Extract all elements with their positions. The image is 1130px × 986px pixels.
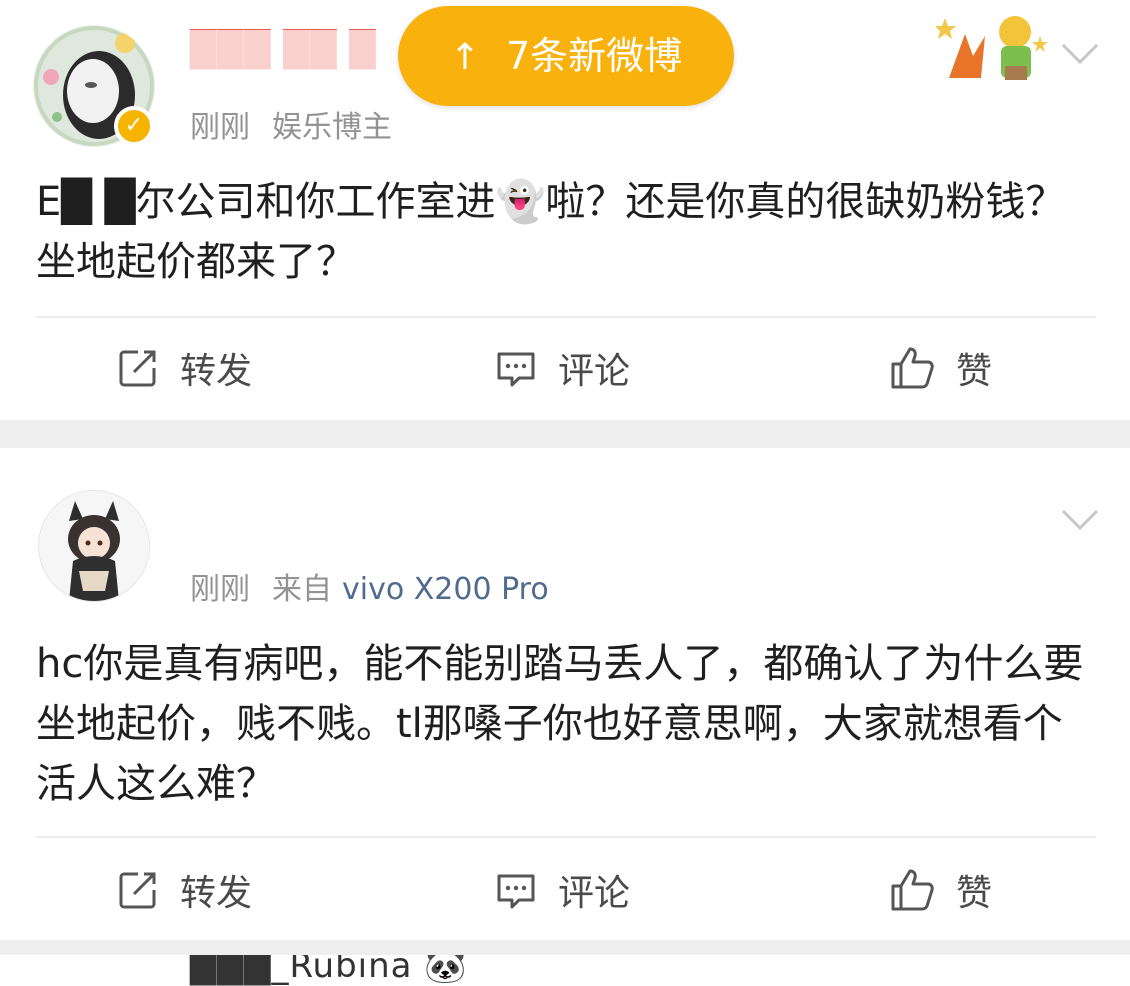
- user-avatar[interactable]: [38, 490, 150, 602]
- comment-label: 评论: [558, 351, 631, 392]
- like-label: 赞: [956, 873, 993, 914]
- up-arrow-icon: ↑: [449, 37, 480, 78]
- divider: [36, 316, 1096, 318]
- repost-button[interactable]: 转发: [116, 860, 252, 920]
- weibo-post-1: ✓ ███ ██ █ ↑7条新微博 刚刚娱乐博主 E█ █尔公司和你工作室进👻啦…: [0, 0, 1130, 420]
- like-button[interactable]: 赞: [888, 338, 992, 398]
- post-separator: [0, 940, 1130, 955]
- like-button[interactable]: 赞: [888, 860, 992, 920]
- repost-icon: [119, 350, 156, 387]
- post-content: E█ █尔公司和你工作室进👻啦？还是你真的很缺奶粉钱？坐地起价都来了？: [36, 179, 1066, 285]
- chevron-down-icon[interactable]: [1060, 508, 1100, 532]
- author-tag: 娱乐博主: [272, 110, 392, 145]
- post-separator: [0, 420, 1130, 448]
- post-time: 刚刚: [190, 572, 250, 607]
- post-content: hc你是真有病吧，能不能别踏马丢人了，都确认了为什么要坐地起价，贱不贱。tl那嗓…: [36, 641, 1084, 807]
- comment-button[interactable]: 评论: [494, 860, 630, 920]
- repost-button[interactable]: 转发: [116, 338, 252, 398]
- like-icon: [891, 869, 934, 911]
- device-source[interactable]: vivo X200 Pro: [342, 572, 549, 607]
- like-label: 赞: [956, 351, 993, 392]
- new-posts-button[interactable]: ↑ 7条新微博: [398, 6, 734, 106]
- verified-badge-icon: ✓: [114, 106, 154, 146]
- divider: [36, 836, 1096, 838]
- new-posts-label: 7条新微博: [505, 34, 683, 78]
- source-prefix: 来自: [272, 572, 332, 607]
- comment-button[interactable]: 评论: [494, 338, 630, 398]
- post-meta: 刚刚 娱乐博主: [190, 102, 414, 146]
- decoration-sticker: [935, 6, 1055, 86]
- repost-label: 转发: [180, 351, 253, 392]
- like-icon: [891, 347, 934, 389]
- weibo-post-2: ███_Rubina 🐼 刚刚 来自 vivo X200 Pro hc你是真有病吧，…: [0, 448, 1130, 986]
- chevron-down-icon[interactable]: [1060, 42, 1100, 66]
- comment-icon: [497, 874, 535, 909]
- comment-icon: [497, 352, 535, 387]
- repost-label: 转发: [180, 873, 253, 914]
- redaction-overlay: [188, 500, 528, 546]
- post-time: 刚刚: [190, 110, 250, 145]
- redaction-overlay: [188, 30, 398, 74]
- comment-label: 评论: [558, 873, 631, 914]
- post-meta: 刚刚 来自 vivo X200 Pro: [190, 564, 549, 608]
- repost-icon: [119, 872, 156, 909]
